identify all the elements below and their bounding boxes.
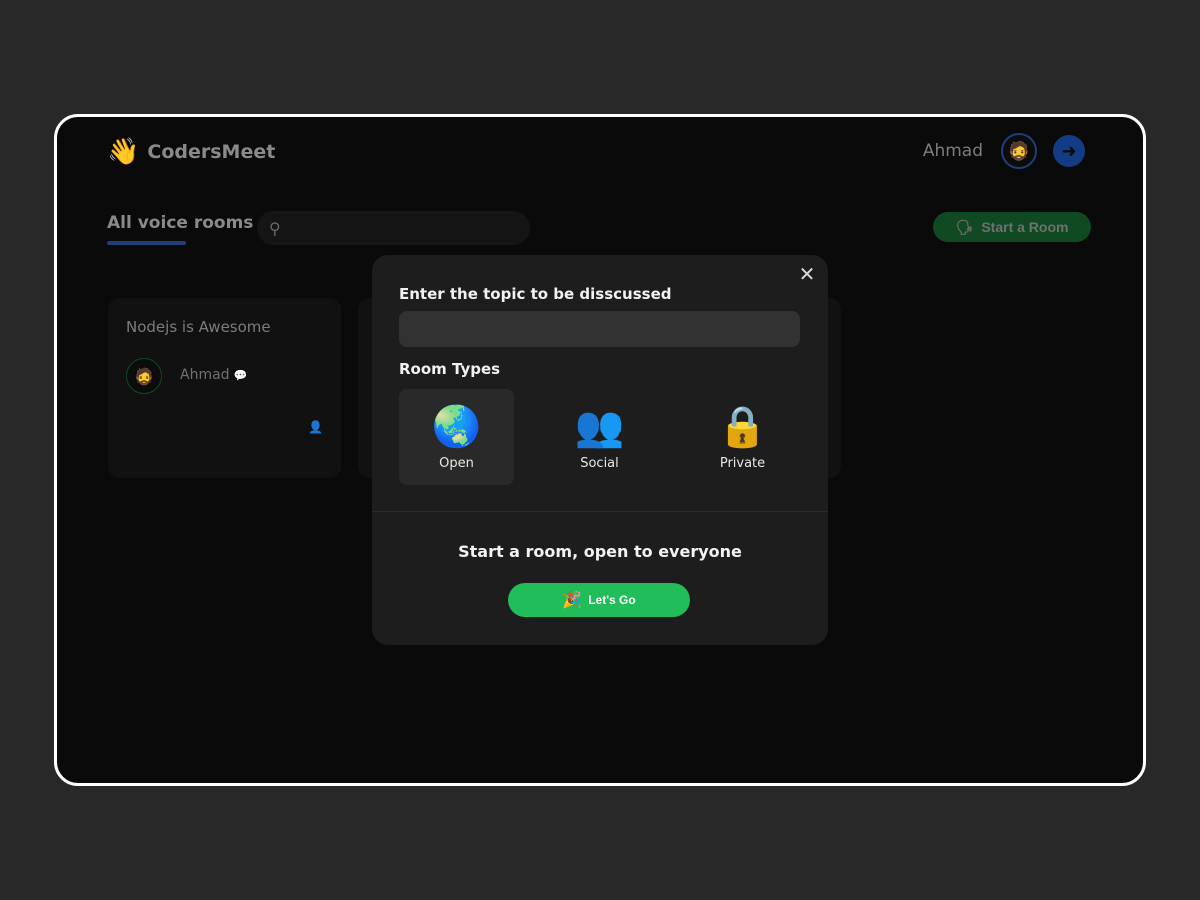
- topic-input[interactable]: [399, 311, 800, 347]
- avatar-icon: 🧔: [1007, 140, 1031, 162]
- logout-button[interactable]: ➜: [1053, 135, 1085, 167]
- party-popper-icon: 🎉: [562, 592, 583, 609]
- start-room-button[interactable]: 🗣 Start a Room: [933, 212, 1091, 242]
- lets-go-button[interactable]: 🎉 Let's Go: [508, 583, 690, 617]
- search-input[interactable]: ⚲: [257, 211, 530, 245]
- room-card[interactable]: Nodejs is Awesome 🧔 Ahmad 💬 👤: [108, 298, 341, 478]
- avatar-icon: 🧔: [134, 366, 154, 386]
- app-name: CodersMeet: [147, 141, 276, 163]
- room-type-label: Open: [439, 455, 474, 471]
- topic-label: Enter the topic to be disscussed: [399, 285, 672, 303]
- lock-icon: 🔒: [717, 403, 768, 450]
- room-title: Nodejs is Awesome: [126, 318, 271, 336]
- divider: [372, 511, 828, 512]
- room-type-social[interactable]: 👥 Social: [542, 389, 657, 485]
- room-types-label: Room Types: [399, 360, 501, 378]
- globe-icon: 🌏: [431, 403, 482, 450]
- chat-bubble-icon: 💬: [233, 369, 248, 382]
- room-type-description: Start a room, open to everyone: [458, 542, 742, 561]
- tab-underline: [107, 241, 186, 245]
- person-icon: 👤: [308, 420, 323, 434]
- speaker-name-text: Ahmad: [180, 367, 230, 383]
- user-name: Ahmad: [922, 141, 983, 161]
- create-room-modal: ✕ Enter the topic to be disscussed Room …: [372, 255, 828, 645]
- logo[interactable]: 👋 CodersMeet: [107, 139, 275, 165]
- user-area: Ahmad 🧔 ➜: [923, 133, 1085, 169]
- room-type-label: Social: [580, 455, 619, 471]
- speaker-avatar: 🧔: [126, 358, 162, 394]
- waving-hand-icon: 👋: [107, 137, 140, 167]
- room-type-private[interactable]: 🔒 Private: [685, 389, 800, 485]
- tab-title: All voice rooms: [107, 213, 254, 233]
- speaker-name: Ahmad 💬: [180, 367, 247, 383]
- speaking-person-icon: 🗣: [955, 218, 974, 235]
- room-type-open[interactable]: 🌏 Open: [399, 389, 514, 485]
- start-room-label: Start a Room: [981, 219, 1069, 235]
- user-avatar[interactable]: 🧔: [1001, 133, 1037, 169]
- app-window: 👋 CodersMeet Ahmad 🧔 ➜ All voice rooms ⚲…: [54, 114, 1146, 786]
- close-icon[interactable]: ✕: [796, 263, 818, 285]
- group-icon: 👥: [574, 403, 625, 450]
- search-icon: ⚲: [269, 218, 281, 238]
- arrow-right-icon: ➜: [1061, 140, 1077, 162]
- lets-go-label: Let's Go: [588, 593, 636, 607]
- room-type-label: Private: [719, 455, 766, 471]
- tab-all-voice-rooms[interactable]: All voice rooms: [107, 213, 253, 245]
- room-type-selector: 🌏 Open 👥 Social 🔒 Private: [399, 389, 800, 485]
